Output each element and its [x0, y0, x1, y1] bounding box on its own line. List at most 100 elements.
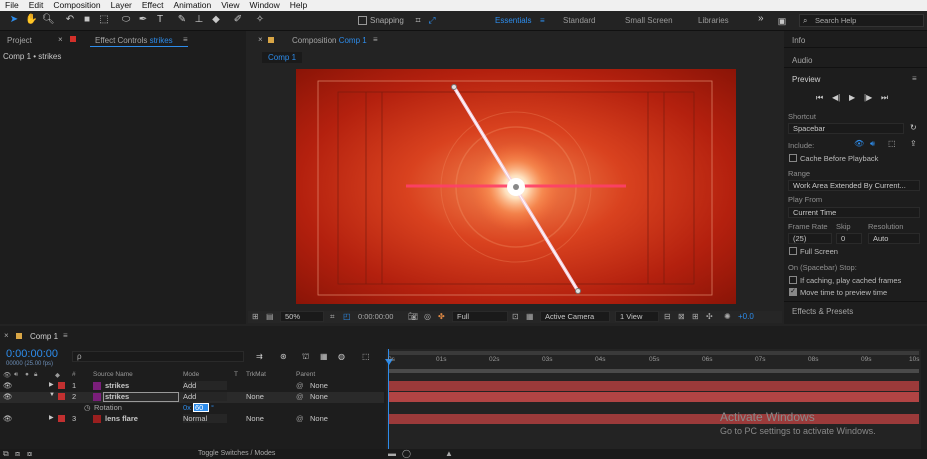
layer-2-duration-bar[interactable]: [388, 392, 919, 402]
close-timeline-icon[interactable]: ×: [4, 331, 9, 340]
timeline-tab[interactable]: Comp 1: [30, 332, 58, 341]
frame-rate-select[interactable]: (25): [788, 233, 832, 244]
layer-row-3[interactable]: 👁︎ ▶ 3 lens flare Normal None @ None: [0, 414, 384, 425]
layer-label-color[interactable]: [58, 415, 65, 422]
toggle-switches-modes[interactable]: Toggle Switches / Modes: [198, 450, 275, 457]
snap-expand-icon[interactable]: ⤢: [426, 14, 438, 26]
zoom-tool-icon[interactable]: 🔍︎: [42, 14, 55, 26]
next-frame-icon[interactable]: |▶: [864, 93, 872, 102]
play-icon[interactable]: ▶: [849, 93, 855, 102]
layer-1-duration-bar[interactable]: [388, 381, 919, 391]
search-help-input[interactable]: ⌕ Search Help: [799, 14, 924, 27]
if-caching-checkbox[interactable]: [789, 276, 797, 284]
move-time-checkbox[interactable]: ✓: [789, 288, 797, 296]
layer-3-duration-bar[interactable]: [388, 414, 919, 424]
previous-frame-icon[interactable]: ◀|: [832, 93, 840, 102]
cache-before-playback-checkbox[interactable]: [789, 154, 797, 162]
comp-mini-flowchart-icon[interactable]: ⇉: [256, 352, 263, 361]
workspace-libraries[interactable]: Libraries: [698, 16, 729, 25]
layer-visibility-icon[interactable]: 👁︎: [3, 381, 13, 390]
time-ruler[interactable]: 0s 01s 02s 03s 04s 05s 06s 07s 08s 09s 10s: [388, 356, 921, 365]
layer-parent-select[interactable]: None: [310, 414, 370, 423]
workspace-more[interactable]: »: [758, 13, 764, 24]
layer-name[interactable]: strikes: [103, 392, 179, 402]
hand-tool-icon[interactable]: ✋: [25, 14, 37, 26]
pen-tool-icon[interactable]: ✒: [137, 14, 149, 26]
tab-info[interactable]: Info: [792, 36, 805, 45]
pan-behind-tool-icon[interactable]: ⬚: [98, 14, 110, 26]
exposure-value[interactable]: +0.0: [738, 311, 754, 323]
shortcut-select[interactable]: Spacebar: [788, 123, 904, 134]
source-name-column[interactable]: Source Name: [93, 371, 133, 378]
timeline-timecode[interactable]: 0:00:00:00: [6, 348, 58, 360]
graph-editor-icon[interactable]: ⬚: [362, 352, 370, 361]
include-overlays-icon[interactable]: ⬚: [888, 139, 896, 148]
work-area-bar[interactable]: [388, 369, 919, 373]
stopwatch-icon[interactable]: ◷: [84, 403, 91, 412]
export-icon[interactable]: ⇪: [910, 139, 917, 148]
snapping-checkbox[interactable]: [358, 16, 367, 25]
expand-modes-icon[interactable]: ⧇: [27, 449, 32, 459]
expand-arrow-icon[interactable]: ▶: [49, 381, 54, 388]
menu-file[interactable]: File: [0, 0, 24, 11]
frame-blending-icon[interactable]: ▦: [320, 352, 328, 361]
composition-viewer[interactable]: [296, 69, 736, 304]
expand-switches-icon[interactable]: ⧈: [15, 449, 20, 459]
roto-brush-tool-icon[interactable]: ✐: [232, 14, 244, 26]
play-from-select[interactable]: Current Time: [788, 207, 920, 218]
zoom-out-icon[interactable]: ▬: [388, 449, 396, 458]
include-audio-icon[interactable]: 🔊︎: [870, 139, 875, 149]
menu-help[interactable]: Help: [285, 0, 312, 11]
layer-label-color[interactable]: [58, 393, 65, 400]
tab-composition[interactable]: Composition Comp 1: [292, 36, 367, 45]
zoom-in-icon[interactable]: ▲: [445, 449, 453, 458]
workspace-standard[interactable]: Standard: [563, 16, 595, 25]
menu-animation[interactable]: Animation: [168, 0, 216, 11]
brush-tool-icon[interactable]: ✎: [176, 14, 188, 26]
close-tab-icon[interactable]: ×: [58, 35, 63, 44]
layer-mode-select[interactable]: Normal: [183, 414, 227, 423]
render-time-icon[interactable]: ⧉: [3, 449, 9, 459]
show-snapshot-icon[interactable]: ◎: [424, 311, 431, 323]
preview-menu-icon[interactable]: ≡: [912, 74, 917, 83]
first-frame-icon[interactable]: ⏮: [816, 93, 823, 103]
resolution-select-preview[interactable]: Auto: [868, 233, 920, 244]
layer-name[interactable]: strikes: [105, 381, 129, 390]
layer-visibility-icon[interactable]: 👁︎: [3, 392, 13, 401]
workspace-essentials[interactable]: Essentials: [495, 16, 531, 25]
include-video-icon[interactable]: 👁︎: [854, 139, 864, 148]
close-comp-tab-icon[interactable]: ×: [258, 35, 263, 44]
clone-stamp-tool-icon[interactable]: ⊥: [193, 14, 205, 26]
rotation-degrees-input[interactable]: 60: [193, 403, 209, 412]
collapse-arrow-icon[interactable]: ▼: [49, 392, 55, 398]
tab-effect-controls[interactable]: Effect Controls strikes: [95, 36, 173, 45]
view-layout-select[interactable]: 1 View: [615, 311, 659, 322]
layer-trkmat-select[interactable]: None: [246, 392, 288, 401]
snapshot-icon[interactable]: 📷︎: [408, 311, 418, 323]
layer-visibility-icon[interactable]: 👁︎: [3, 414, 13, 423]
menu-view[interactable]: View: [216, 0, 244, 11]
layer-parent-select[interactable]: None: [310, 392, 370, 401]
parent-pickwhip-icon[interactable]: @: [296, 392, 304, 401]
panel-menu-icon[interactable]: ≡: [183, 35, 188, 44]
full-screen-checkbox[interactable]: [789, 247, 797, 255]
selection-tool-icon[interactable]: ➤: [8, 14, 20, 26]
layer-trkmat-select[interactable]: None: [246, 414, 288, 423]
workspace-sync-icon[interactable]: ▣: [776, 15, 788, 27]
workspace-small-screen[interactable]: Small Screen: [625, 16, 673, 25]
last-frame-icon[interactable]: ⏭: [881, 93, 888, 103]
parent-pickwhip-icon[interactable]: @: [296, 381, 304, 390]
layer-mode-select[interactable]: Add: [183, 381, 227, 390]
view-options-icon[interactable]: ▤: [266, 311, 274, 323]
comp-flowchart-icon[interactable]: ⊞: [692, 311, 699, 323]
timeline-search-input[interactable]: ρ: [72, 351, 244, 362]
region-of-interest-icon[interactable]: ◰: [343, 311, 351, 323]
comp-subtab[interactable]: Comp 1: [262, 52, 303, 63]
type-tool-icon[interactable]: T: [154, 14, 166, 26]
tab-audio[interactable]: Audio: [792, 56, 812, 65]
channel-icon[interactable]: ✤: [438, 311, 445, 323]
transparency-grid-icon[interactable]: ⊡: [512, 311, 519, 323]
grid-icon[interactable]: ⌗: [330, 311, 335, 323]
menu-composition[interactable]: Composition: [48, 0, 105, 11]
reset-shortcut-icon[interactable]: ↻: [910, 123, 917, 132]
